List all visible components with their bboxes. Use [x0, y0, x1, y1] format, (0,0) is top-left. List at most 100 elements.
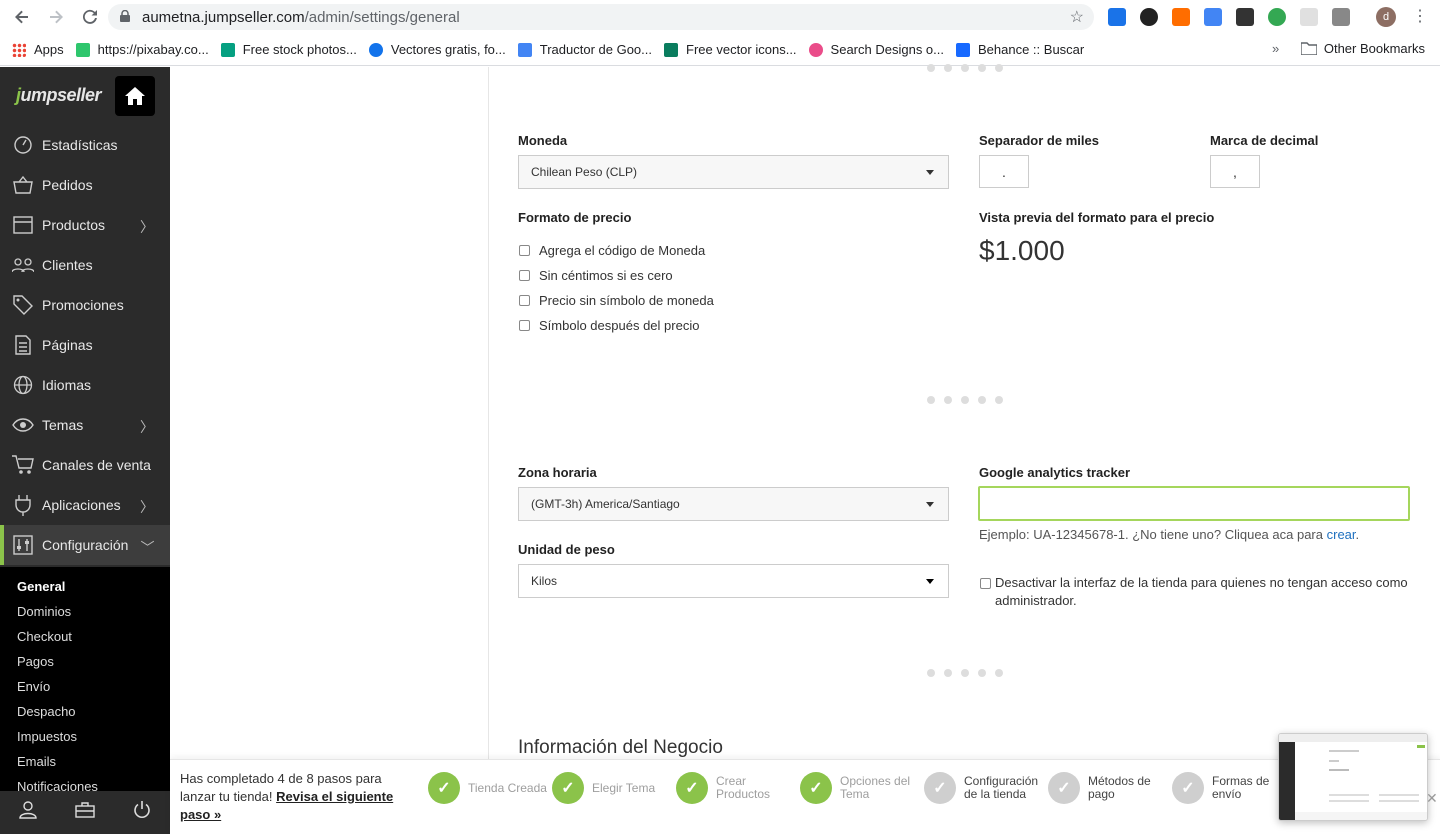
submenu-item-envio[interactable]: Envío [17, 679, 50, 694]
bookmarks-bar: Apps https://pixabay.co... Free stock ph… [0, 34, 1440, 66]
step-opciones-del-tema[interactable]: ✓ Opciones del Tema [800, 772, 922, 804]
chevron-right-icon: 〉 [140, 499, 154, 515]
submenu-item-notificaciones[interactable]: Notificaciones [17, 779, 98, 791]
section-separator [927, 64, 1003, 72]
business-info-title: Información del Negocio [518, 737, 723, 758]
sidebar-item-idiomas[interactable]: Idiomas [0, 365, 170, 405]
step-formas-de-envio[interactable]: ✓ Formas de envío [1172, 772, 1274, 804]
sidebar-item-canales-de-venta[interactable]: Canales de venta [0, 445, 170, 485]
column-divider [488, 67, 489, 834]
submenu-item-general[interactable]: General [17, 579, 65, 594]
eye-icon [12, 414, 34, 436]
section-separator [927, 669, 1003, 677]
weight-unit-select[interactable]: Kilos [518, 564, 949, 598]
check-icon: ✓ [428, 772, 460, 804]
screenshot-thumbnail[interactable] [1278, 733, 1428, 821]
checkbox-symbol-after[interactable]: Símbolo después del precio [519, 318, 699, 333]
decimal-mark-label: Marca de decimal [1210, 133, 1319, 148]
google-analytics-label: Google analytics tracker [979, 465, 1131, 480]
users-icon [12, 254, 34, 276]
sidebar-item-paginas[interactable]: Páginas [0, 325, 170, 365]
timezone-select[interactable]: (GMT-3h) America/Santiago [518, 487, 949, 521]
bookmark-pexels[interactable]: Free stock photos... [220, 42, 357, 57]
power-icon[interactable] [133, 801, 151, 824]
google-analytics-input[interactable] [978, 486, 1410, 521]
step-elegir-tema[interactable]: ✓ Elegir Tema [552, 772, 674, 804]
checkbox[interactable] [519, 270, 530, 281]
forward-icon[interactable] [46, 7, 66, 27]
more-bookmarks-icon[interactable]: » [1272, 41, 1279, 56]
other-bookmarks[interactable]: Other Bookmarks [1300, 41, 1425, 56]
submenu-item-pagos[interactable]: Pagos [17, 654, 54, 669]
extension-icon[interactable] [1300, 8, 1318, 26]
sidebar-item-pedidos[interactable]: Pedidos [0, 165, 170, 205]
bookmark-dribbble[interactable]: Search Designs o... [808, 42, 944, 57]
page-icon [12, 334, 34, 356]
create-analytics-link[interactable]: crear [1327, 527, 1356, 542]
sidebar-item-aplicaciones[interactable]: Aplicaciones 〉 [0, 485, 170, 525]
back-icon[interactable] [12, 7, 32, 27]
step-crear-productos[interactable]: ✓ Crear Productos [676, 772, 798, 804]
sidebar-item-clientes[interactable]: Clientes [0, 245, 170, 285]
checkbox[interactable] [519, 295, 530, 306]
extension-icon[interactable] [1268, 8, 1286, 26]
extension-icon[interactable] [1140, 8, 1158, 26]
configuracion-submenu: General Dominios Checkout Pagos Envío De… [0, 567, 170, 791]
bookmark-translate[interactable]: Traductor de Goo... [517, 42, 652, 57]
price-preview-label: Vista previa del formato para el precio [979, 210, 1215, 225]
step-tienda-creada[interactable]: ✓ Tienda Creada [428, 772, 550, 804]
reload-icon[interactable] [80, 7, 100, 27]
submenu-item-impuestos[interactable]: Impuestos [17, 729, 77, 744]
jumpseller-logo[interactable]: jumpseller [16, 85, 102, 106]
checkbox-no-symbol[interactable]: Precio sin símbolo de moneda [519, 293, 714, 308]
extension-icon[interactable] [1108, 8, 1126, 26]
extension-icon[interactable] [1332, 8, 1350, 26]
sidebar-item-promociones[interactable]: Promociones [0, 285, 170, 325]
checkbox[interactable] [519, 245, 530, 256]
section-separator [927, 396, 1003, 404]
progress-message: Has completado 4 de 8 pasos para lanzar … [180, 771, 394, 822]
bookmark-flaticon[interactable]: Free vector icons... [664, 42, 797, 57]
bookmark-freepik[interactable]: Vectores gratis, fo... [368, 42, 506, 57]
checkbox-disable-storefront[interactable]: Desactivar la interfaz de la tienda para… [980, 574, 1420, 610]
check-icon: ✓ [1172, 772, 1204, 804]
submenu-item-despacho[interactable]: Despacho [17, 704, 76, 719]
bookmark-behance[interactable]: Behance :: Buscar [956, 42, 1084, 57]
bookmark-pixabay[interactable]: https://pixabay.co... [75, 42, 209, 57]
bookmark-apps[interactable]: Apps [12, 42, 64, 57]
submenu-item-dominios[interactable]: Dominios [17, 604, 71, 619]
chevron-right-icon: 〉 [140, 419, 154, 435]
briefcase-icon[interactable] [75, 802, 95, 823]
bookmark-star-icon[interactable]: ☆ [1070, 7, 1084, 27]
folder-icon [1300, 42, 1317, 55]
sidebar-item-estadisticas[interactable]: Estadísticas [0, 125, 170, 165]
browser-menu-icon[interactable]: ⋮ [1412, 6, 1428, 26]
sidebar-item-configuracion[interactable]: Configuración 〉 [0, 525, 170, 565]
cart-icon [12, 454, 34, 476]
extension-icon[interactable] [1172, 8, 1190, 26]
checkbox-currency-code[interactable]: Agrega el código de Moneda [519, 243, 705, 258]
address-bar[interactable]: aumetna.jumpseller.com/admin/settings/ge… [108, 4, 1094, 30]
profile-avatar[interactable]: d [1376, 7, 1396, 27]
step-configuracion-tienda[interactable]: ✓ Configuración de la tienda [924, 772, 1046, 804]
checkbox[interactable] [980, 578, 991, 589]
decimal-mark-input[interactable]: , [1210, 155, 1260, 188]
thousands-separator-input[interactable]: . [979, 155, 1029, 188]
checkbox-no-cents[interactable]: Sin céntimos si es cero [519, 268, 673, 283]
user-icon[interactable] [19, 801, 37, 824]
submenu-item-emails[interactable]: Emails [17, 754, 56, 769]
extension-icon[interactable] [1236, 8, 1254, 26]
box-icon [12, 214, 34, 236]
checkbox[interactable] [519, 320, 530, 331]
sidebar-item-productos[interactable]: Productos 〉 [0, 205, 170, 245]
onboarding-progress-bar: Has completado 4 de 8 pasos para lanzar … [170, 759, 1440, 834]
step-metodos-de-pago[interactable]: ✓ Métodos de pago [1048, 772, 1170, 804]
sidebar-item-temas[interactable]: Temas 〉 [0, 405, 170, 445]
gauge-icon [12, 134, 34, 156]
close-icon[interactable]: ✕ [1426, 790, 1438, 807]
home-button[interactable] [115, 76, 155, 116]
currency-select[interactable]: Chilean Peso (CLP) [518, 155, 949, 189]
extension-icon[interactable] [1204, 8, 1222, 26]
apps-grid-icon [12, 42, 26, 57]
submenu-item-checkout[interactable]: Checkout [17, 629, 72, 644]
